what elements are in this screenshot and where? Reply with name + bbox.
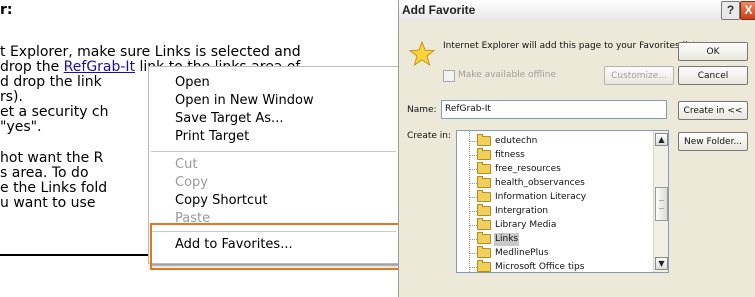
doc-line-6: et a security ch bbox=[0, 104, 109, 120]
menu-item-open[interactable]: Open bbox=[175, 75, 210, 90]
tree-item-label-selected: Links bbox=[494, 233, 520, 246]
add-favorite-dialog: Add Favorite ? X Internet Explorer will … bbox=[398, 0, 755, 297]
folder-icon bbox=[477, 134, 491, 146]
folder-icon bbox=[477, 190, 491, 202]
scroll-up-arrow-icon[interactable]: ▲ bbox=[655, 133, 668, 146]
folder-icon bbox=[477, 204, 491, 216]
tree-item-label: Microsoft Office tips bbox=[495, 262, 585, 272]
dialog-description: Internet Explorer will add this page to … bbox=[443, 41, 699, 51]
offline-checkbox[interactable] bbox=[443, 70, 455, 82]
create-in-button[interactable]: Create in << bbox=[678, 101, 748, 120]
tree-item-label: free_resources bbox=[495, 164, 561, 174]
help-button[interactable]: ? bbox=[721, 1, 740, 20]
tree-item-label: health_observances bbox=[495, 178, 585, 188]
tree-item-label: edutechn bbox=[495, 136, 538, 146]
doc-line-7: "yes". bbox=[0, 119, 42, 135]
menu-item-save-target[interactable]: Save Target As... bbox=[175, 111, 283, 126]
folder-icon bbox=[477, 162, 491, 174]
doc-line-10: e the Links fold bbox=[0, 180, 108, 196]
folder-tree[interactable]: edutechn fitness free_resources health_o… bbox=[456, 130, 669, 273]
folder-icon bbox=[477, 232, 491, 244]
menu-separator bbox=[151, 151, 396, 152]
menu-item-copy-shortcut[interactable]: Copy Shortcut bbox=[175, 193, 267, 208]
scroll-thumb[interactable] bbox=[655, 187, 668, 221]
doc-line-9: s area. To do bbox=[0, 165, 89, 181]
customize-button[interactable]: Customize... bbox=[604, 66, 674, 85]
doc-line-4: d drop the link bbox=[0, 74, 102, 90]
tree-scrollbar[interactable]: ▲ ▼ bbox=[653, 131, 668, 272]
new-folder-button[interactable]: New Folder... bbox=[678, 132, 748, 151]
doc-line-8: hot want the R bbox=[0, 150, 104, 166]
folder-icon bbox=[477, 246, 491, 258]
menu-item-cut[interactable]: Cut bbox=[175, 157, 197, 172]
dialog-title: Add Favorite bbox=[402, 3, 476, 17]
folder-icon bbox=[477, 218, 491, 230]
close-button[interactable]: X bbox=[740, 1, 755, 20]
tree-item-label: Library Media bbox=[495, 220, 557, 230]
menu-item-open-new-window[interactable]: Open in New Window bbox=[175, 93, 314, 108]
star-icon bbox=[409, 41, 435, 67]
menu-item-copy[interactable]: Copy bbox=[175, 175, 208, 190]
folder-icon bbox=[477, 260, 491, 272]
doc-line-3-start: drop the bbox=[0, 59, 64, 75]
doc-line-11: u want to use bbox=[0, 195, 96, 211]
doc-line-2: t Explorer, make sure Links is selected … bbox=[0, 44, 301, 60]
cancel-button[interactable]: Cancel bbox=[678, 66, 748, 85]
ok-button[interactable]: OK bbox=[678, 42, 748, 61]
name-input[interactable]: RefGrab-It bbox=[441, 100, 667, 119]
doc-line-5: rs). bbox=[0, 89, 23, 105]
highlight-box bbox=[150, 223, 400, 270]
folder-icon bbox=[477, 148, 491, 160]
tree-connector bbox=[469, 131, 471, 272]
menu-item-print-target[interactable]: Print Target bbox=[175, 129, 249, 144]
refgrab-link[interactable]: RefGrab-It bbox=[64, 59, 135, 75]
name-label: Name: bbox=[407, 105, 437, 115]
doc-line-1: r: bbox=[0, 2, 13, 18]
offline-checkbox-label: Make available offline bbox=[458, 70, 557, 80]
tree-item-label: Information Literacy bbox=[495, 192, 587, 202]
tree-item-label: Intergration bbox=[495, 206, 549, 216]
scroll-down-arrow-icon[interactable]: ▼ bbox=[655, 257, 668, 270]
folder-icon bbox=[477, 176, 491, 188]
tree-item-label: fitness bbox=[495, 150, 525, 160]
create-in-label: Create in: bbox=[407, 131, 452, 141]
dialog-titlebar: Add Favorite ? X bbox=[399, 0, 755, 21]
tree-item-label: MedlinePlus bbox=[495, 248, 549, 258]
